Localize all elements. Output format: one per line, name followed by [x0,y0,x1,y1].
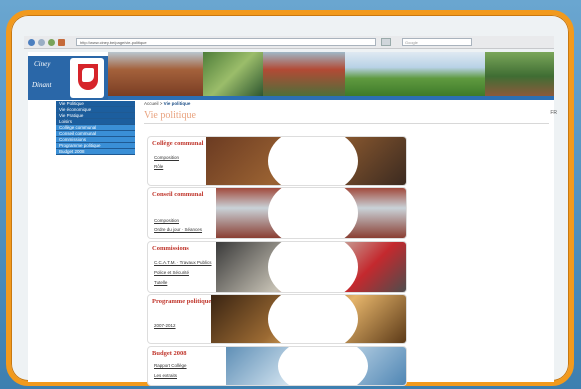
reload-icon[interactable] [48,38,55,46]
card-budget: Budget 2008 Rapport Collège Les extraits [147,346,407,386]
photo-trees [485,52,554,96]
card-programme: Programme politique 2007-2012 [147,294,407,344]
horse-icon [82,68,94,82]
card-title[interactable]: Collège communal [152,140,203,147]
photo-garden [203,52,263,96]
crest-icon [70,58,104,98]
logo-line1: Ciney [34,60,51,68]
card-link[interactable]: Composition [154,218,179,223]
card-curve [268,137,358,185]
card-link[interactable]: Rapport Collège [154,363,187,368]
card-link[interactable]: Les extraits [154,373,177,378]
go-button[interactable] [381,38,391,46]
card-link[interactable]: C.C.A.T.M. · Travaux Publics [154,260,212,265]
breadcrumb-current: Vie politique [163,101,191,106]
home-icon[interactable] [58,38,65,46]
logo-line2: Dinant [32,81,52,89]
site-logo[interactable]: Ciney Dinant [28,56,108,100]
header-strip [108,96,554,100]
card-link[interactable]: Ordre du jour · Séances [154,227,202,232]
card-title[interactable]: Conseil communal [152,191,212,198]
card-conseil: Conseil communal Composition Ordre du jo… [147,187,407,239]
photo-landscape [345,52,485,96]
card-link[interactable]: 2007-2012 [154,323,176,328]
card-curve [268,295,358,343]
card-link[interactable]: Rôle [154,164,163,169]
header-photos [108,52,554,96]
language-label[interactable]: FR [550,110,557,116]
card-curve [268,188,358,238]
forward-icon[interactable] [38,38,45,46]
card-title[interactable]: Budget 2008 [152,350,187,357]
browser-toolbar: http://www.ciney.be/page/vie-politique G… [24,36,554,49]
card-link[interactable]: Police et Sécurité [154,270,189,275]
card-title[interactable]: Programme politique [152,298,212,305]
card-curve [268,242,358,292]
title-divider [144,123,549,124]
address-bar[interactable]: http://www.ciney.be/page/vie-politique [76,38,376,46]
card-curve [278,347,368,385]
page-title: Vie politique [144,110,196,121]
card-link[interactable]: Tutelle [154,280,167,285]
card-college: Collège communal Composition Rôle [147,136,407,186]
card-commissions: Commissions C.C.A.T.M. · Travaux Publics… [147,241,407,293]
back-icon[interactable] [28,38,35,46]
photo-church [263,52,345,96]
breadcrumb: Accueil > Vie politique [144,101,190,106]
search-input[interactable]: Google [402,38,472,46]
card-title[interactable]: Commissions [152,245,189,252]
nav-item-budget[interactable]: Budget 2008 [56,149,135,155]
sidebar-nav: Vie Politique Vie économique Vie Pratiqu… [56,101,135,155]
photo-building [108,52,203,96]
card-link[interactable]: Composition [154,155,179,160]
breadcrumb-home[interactable]: Accueil [144,101,159,106]
